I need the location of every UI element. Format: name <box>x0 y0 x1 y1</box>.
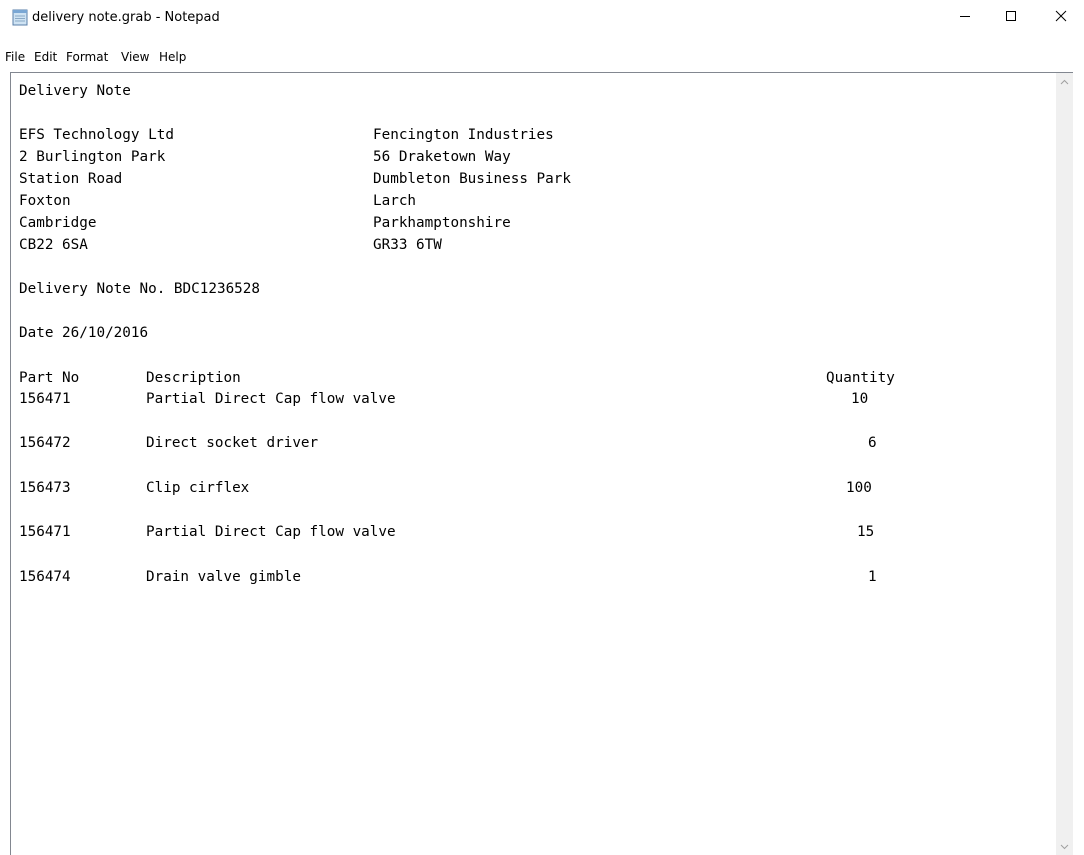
minimize-icon <box>960 16 970 17</box>
close-icon <box>1055 10 1067 22</box>
sender-line: Cambridge <box>19 215 97 231</box>
sender-line: 2 Burlington Park <box>19 149 166 165</box>
menu-view[interactable]: View <box>121 50 149 64</box>
item-description: Partial Direct Cap flow valve <box>146 391 396 407</box>
menu-help[interactable]: Help <box>159 50 186 64</box>
header-description: Description <box>146 370 241 386</box>
document-text[interactable]: Delivery Note EFS Technology Ltd 2 Burli… <box>19 77 1059 847</box>
document-heading: Delivery Note <box>19 83 131 99</box>
sender-line: CB22 6SA <box>19 237 88 253</box>
delivery-date: Date 26/10/2016 <box>19 325 149 341</box>
item-description: Drain valve gimble <box>146 569 301 585</box>
maximize-icon <box>1006 11 1016 21</box>
item-part-no: 156471 <box>19 524 71 540</box>
menu-format[interactable]: Format <box>66 50 108 64</box>
item-description: Direct socket driver <box>146 435 319 451</box>
item-quantity: 100 <box>846 480 872 496</box>
delivery-note-number: Delivery Note No. BDC1236528 <box>19 281 261 297</box>
sender-line: Station Road <box>19 171 123 187</box>
recipient-line: Fencington Industries <box>373 127 554 143</box>
window-title: delivery note.grab - Notepad <box>32 10 220 25</box>
item-part-no: 156474 <box>19 569 71 585</box>
chevron-down-icon <box>1060 844 1069 849</box>
recipient-line: 56 Draketown Way <box>373 149 511 165</box>
notepad-window: delivery note.grab - Notepad File Edit F… <box>0 0 1084 855</box>
chevron-up-icon <box>1060 79 1069 84</box>
notepad-app-icon[interactable] <box>12 9 28 26</box>
maximize-button[interactable] <box>988 0 1034 32</box>
scroll-down-button[interactable] <box>1056 838 1073 855</box>
item-description: Partial Direct Cap flow valve <box>146 524 396 540</box>
item-part-no: 156472 <box>19 435 71 451</box>
sender-line: EFS Technology Ltd <box>19 127 174 143</box>
text-editor[interactable]: Delivery Note EFS Technology Ltd 2 Burli… <box>10 72 1073 855</box>
vertical-scrollbar[interactable] <box>1056 73 1073 855</box>
close-button[interactable] <box>1038 0 1084 32</box>
header-quantity: Quantity <box>826 370 895 386</box>
menu-edit[interactable]: Edit <box>34 50 57 64</box>
item-quantity: 1 <box>868 569 877 585</box>
item-description: Clip cirflex <box>146 480 250 496</box>
sender-line: Foxton <box>19 193 71 209</box>
item-part-no: 156471 <box>19 391 71 407</box>
title-bar[interactable]: delivery note.grab - Notepad <box>0 0 1084 40</box>
item-quantity: 6 <box>868 435 877 451</box>
recipient-line: Larch <box>373 193 417 209</box>
recipient-line: Dumbleton Business Park <box>373 171 571 187</box>
recipient-line: GR33 6TW <box>373 237 442 253</box>
scroll-up-button[interactable] <box>1056 73 1073 90</box>
header-part-no: Part No <box>19 370 80 386</box>
item-quantity: 15 <box>857 524 875 540</box>
menu-bar: File Edit Format View Help <box>0 47 1084 69</box>
recipient-line: Parkhamptonshire <box>373 215 511 231</box>
minimize-button[interactable] <box>942 0 988 32</box>
menu-file[interactable]: File <box>5 50 25 64</box>
item-quantity: 10 <box>851 391 869 407</box>
item-part-no: 156473 <box>19 480 71 496</box>
